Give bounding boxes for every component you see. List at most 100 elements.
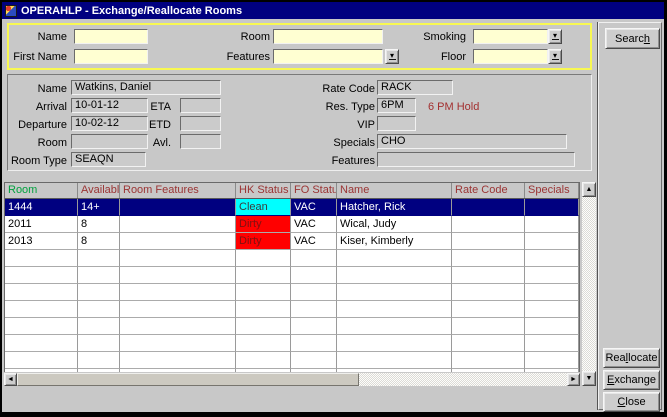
vip-field	[377, 116, 416, 131]
detail-features-field	[377, 152, 575, 167]
close-button[interactable]: Close	[603, 392, 660, 412]
search-button[interactable]: Search	[605, 28, 660, 49]
cell-room	[5, 267, 78, 284]
cell-available	[78, 284, 120, 301]
cell-specials	[525, 352, 579, 369]
table-row-empty[interactable]	[5, 369, 579, 372]
cell-name	[337, 335, 452, 352]
floor-input[interactable]	[476, 50, 545, 63]
cell-available: 14+	[78, 199, 120, 216]
scroll-left-button[interactable]: ◄	[4, 373, 17, 386]
cell-available	[78, 250, 120, 267]
column-header-hk_status[interactable]: HK Status	[236, 183, 291, 198]
reservation-detail-panel: Name Watkins, Daniel Arrival 10-01-12 ET…	[7, 74, 592, 171]
cell-fo_status	[291, 284, 337, 301]
cell-hk_status	[236, 335, 291, 352]
exchange-button[interactable]: Exchange	[603, 370, 660, 390]
scroll-up-button[interactable]: ▲	[582, 182, 596, 197]
smoking-input[interactable]	[476, 30, 545, 43]
cell-room	[5, 318, 78, 335]
exchange-reallocate-rooms-window: OPERAHLP - Exchange/Reallocate Rooms Nam…	[0, 0, 667, 417]
smoking-dropdown-button[interactable]: ▾	[548, 29, 562, 44]
table-row[interactable]: 20138DirtyVACKiser, Kimberly	[5, 233, 579, 250]
table-row-empty[interactable]	[5, 284, 579, 301]
app-icon	[5, 5, 17, 17]
window-title: OPERAHLP - Exchange/Reallocate Rooms	[21, 5, 242, 17]
detail-room-label: Room	[8, 136, 67, 151]
dropdown-icon: ▾	[552, 33, 559, 40]
detail-name-label: Name	[8, 82, 67, 97]
features-input[interactable]	[276, 50, 380, 63]
features-label: Features	[184, 50, 270, 65]
cell-rate_code	[452, 301, 525, 318]
cell-name: Wical, Judy	[337, 216, 452, 233]
specials-field: CHO	[377, 134, 567, 149]
scroll-right-icon: ►	[570, 376, 577, 383]
table-row-empty[interactable]	[5, 352, 579, 369]
cell-specials	[525, 284, 579, 301]
cell-specials	[525, 199, 579, 216]
reallocate-button[interactable]: Reallocate	[603, 348, 660, 368]
cell-specials	[525, 301, 579, 318]
table-horizontal-scrollbar[interactable]: ◄ ►	[4, 373, 580, 386]
cell-fo_status: VAC	[291, 233, 337, 250]
table-row-empty[interactable]	[5, 335, 579, 352]
action-panel: Search Reallocate Exchange Close	[598, 22, 662, 410]
rooms-table: RoomAvailableRoom FeaturesHK StatusFO St…	[4, 182, 580, 372]
first-name-input-wrap	[74, 49, 148, 64]
column-header-specials[interactable]: Specials	[525, 183, 579, 198]
cell-available	[78, 301, 120, 318]
cell-specials	[525, 369, 579, 372]
table-row-empty[interactable]	[5, 318, 579, 335]
room-label: Room	[184, 30, 270, 45]
cell-fo_status	[291, 335, 337, 352]
cell-room: 2013	[5, 233, 78, 250]
cell-rate_code	[452, 369, 525, 372]
cell-specials	[525, 233, 579, 250]
column-header-available[interactable]: Available	[78, 183, 120, 198]
cell-available	[78, 369, 120, 372]
column-header-fo_status[interactable]: FO Status	[291, 183, 337, 198]
cell-room_features	[120, 352, 236, 369]
table-row[interactable]: 20118DirtyVACWical, Judy	[5, 216, 579, 233]
column-header-room[interactable]: Room	[5, 183, 78, 198]
table-row-empty[interactable]	[5, 301, 579, 318]
cell-rate_code	[452, 199, 525, 216]
cell-rate_code	[452, 267, 525, 284]
scroll-right-button[interactable]: ►	[567, 373, 580, 386]
column-header-name[interactable]: Name	[337, 183, 452, 198]
cell-rate_code	[452, 233, 525, 250]
scroll-up-icon: ▲	[586, 186, 593, 193]
search-criteria-panel: Name First Name Room Features ▾ Smoking …	[7, 23, 592, 70]
floor-dropdown-button[interactable]: ▾	[548, 49, 562, 64]
vip-label: VIP	[298, 118, 375, 133]
cell-available: 8	[78, 216, 120, 233]
cell-hk_status	[236, 301, 291, 318]
cell-hk_status: Clean	[236, 199, 291, 216]
rate-code-label: Rate Code	[298, 82, 375, 97]
column-header-room_features[interactable]: Room Features	[120, 183, 236, 198]
cell-room_features	[120, 284, 236, 301]
cell-specials	[525, 216, 579, 233]
room-input[interactable]	[276, 30, 380, 43]
horizontal-scroll-thumb[interactable]	[17, 373, 359, 386]
table-vertical-scrollbar[interactable]: ▲ ▼	[582, 182, 596, 386]
table-row[interactable]: 144414+CleanVACHatcher, Rick	[5, 199, 579, 216]
title-bar[interactable]: OPERAHLP - Exchange/Reallocate Rooms	[2, 2, 664, 19]
table-row-empty[interactable]	[5, 250, 579, 267]
first-name-input[interactable]	[77, 50, 145, 63]
cell-hk_status	[236, 267, 291, 284]
cell-room	[5, 301, 78, 318]
avl-label: Avl.	[123, 136, 171, 151]
res-type-field: 6PM	[377, 98, 416, 113]
table-row-empty[interactable]	[5, 267, 579, 284]
scroll-down-icon: ▼	[586, 375, 593, 382]
column-header-rate_code[interactable]: Rate Code	[452, 183, 525, 198]
scroll-left-icon: ◄	[7, 376, 14, 383]
etd-field	[180, 116, 221, 131]
cell-room	[5, 284, 78, 301]
name-input[interactable]	[77, 30, 145, 43]
scroll-down-button[interactable]: ▼	[582, 371, 596, 386]
cell-room_features	[120, 369, 236, 372]
cell-available	[78, 267, 120, 284]
